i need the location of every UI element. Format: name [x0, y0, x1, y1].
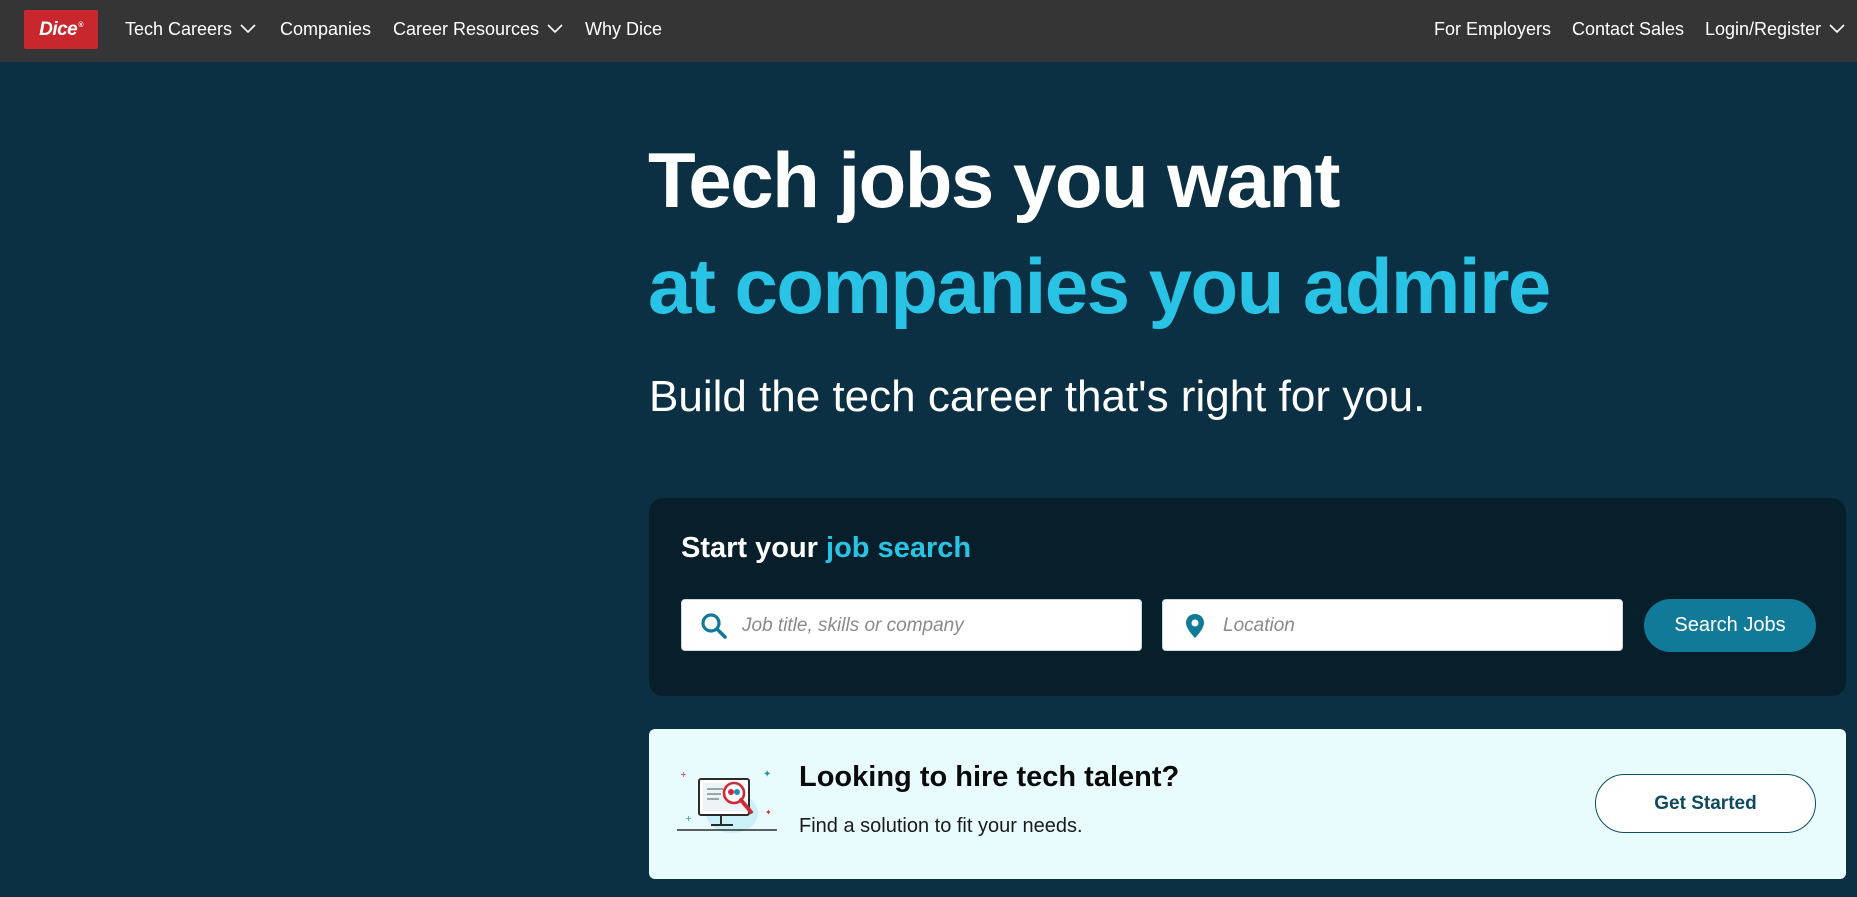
svg-text:✦: ✦ — [763, 769, 771, 780]
chevron-down-icon — [547, 24, 563, 34]
logo-text: Dice — [39, 18, 78, 40]
nav-tech-careers[interactable]: Tech Careers — [125, 17, 256, 41]
nav-career-resources-label: Career Resources — [393, 18, 540, 39]
dice-logo[interactable]: Dice® — [24, 10, 98, 49]
search-heading-prefix: Start your — [681, 532, 827, 564]
nav-for-employers[interactable]: For Employers — [1434, 17, 1551, 41]
hire-title: Looking to hire tech talent? — [799, 761, 1180, 793]
location-field[interactable] — [1162, 599, 1623, 652]
hero-headline-line1: Tech jobs you want — [648, 136, 1340, 224]
svg-text:+: + — [680, 770, 687, 779]
svg-text:+: + — [685, 814, 692, 823]
nav-tech-careers-label: Tech Careers — [125, 18, 233, 39]
hero-headline-line2: at companies you admire — [648, 242, 1551, 330]
chevron-down-icon — [1829, 24, 1845, 34]
nav-login-register-label: Login/Register — [1705, 18, 1822, 39]
get-started-button[interactable]: Get Started — [1595, 774, 1816, 833]
search-heading: Start your job search — [681, 532, 971, 565]
nav-login-register[interactable]: Login/Register — [1705, 17, 1845, 41]
nav-career-resources[interactable]: Career Resources — [393, 17, 563, 41]
logo-trademark: ® — [78, 22, 83, 30]
hero-subtitle: Build the tech career that's right for y… — [649, 372, 1426, 421]
hire-talent-card: + ✦ ✦ + Looking to hire tech talent? Fin… — [649, 729, 1846, 879]
map-pin-icon — [1186, 614, 1204, 638]
monitor-magnifier-illustration: + ✦ ✦ + — [677, 769, 777, 833]
chevron-down-icon — [240, 24, 256, 34]
search-icon — [701, 613, 727, 639]
svg-text:✦: ✦ — [765, 808, 772, 817]
location-input[interactable] — [1221, 600, 1614, 652]
nav-why-dice[interactable]: Why Dice — [585, 17, 662, 41]
job-search-card: Start your job search Search Jobs — [649, 498, 1846, 696]
top-navbar: Dice® Tech Careers Companies Career Reso… — [0, 0, 1857, 62]
search-heading-highlight: job search — [826, 532, 972, 564]
hire-description: Find a solution to fit your needs. — [799, 815, 1083, 837]
job-query-input[interactable] — [740, 600, 1133, 652]
search-jobs-button[interactable]: Search Jobs — [1644, 599, 1816, 652]
nav-companies[interactable]: Companies — [280, 17, 371, 41]
job-query-field[interactable] — [681, 599, 1142, 652]
nav-contact-sales[interactable]: Contact Sales — [1572, 17, 1684, 41]
